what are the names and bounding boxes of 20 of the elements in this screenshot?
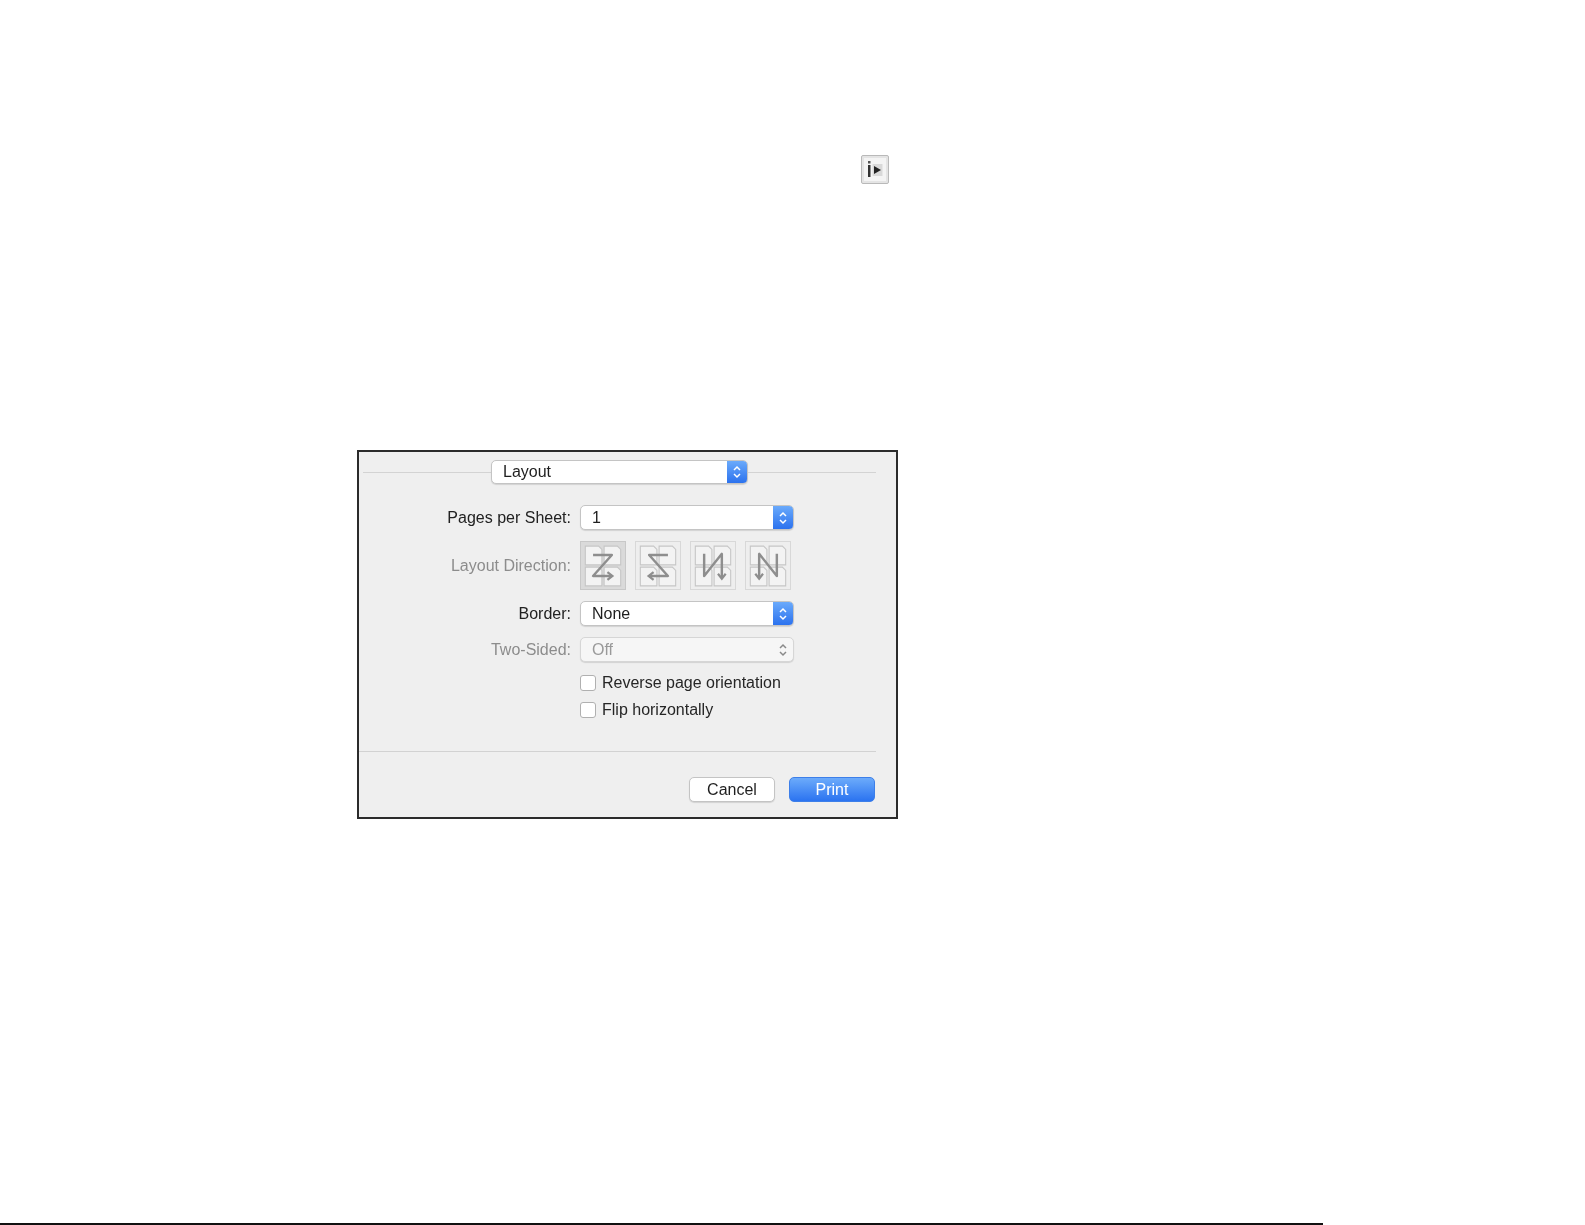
- setting-label: Border:: [517, 604, 571, 623]
- n-path-icon: [749, 544, 787, 587]
- cancel-button[interactable]: Cancel: [689, 777, 775, 802]
- popup-button[interactable]: Layout: [491, 460, 748, 484]
- up-down-chevron-icon: [773, 602, 793, 625]
- z-path-icon: [584, 544, 622, 587]
- bar-triangle-icon: [861, 155, 889, 184]
- checkbox-label: Flip horizontally: [602, 701, 714, 719]
- setting-label: Two-Sided:: [489, 640, 571, 659]
- checkbox-label: Reverse page orientation: [602, 674, 781, 692]
- setting-label: Pages per Sheet:: [446, 508, 571, 527]
- up-down-chevron-icon: [727, 461, 747, 483]
- reverse-n-path-icon: [694, 544, 732, 587]
- up-down-chevron-icon: [773, 506, 793, 529]
- setting-label: Layout Direction:: [449, 556, 571, 575]
- popup-button[interactable]: 1: [580, 505, 794, 530]
- checkbox[interactable]: [580, 702, 596, 718]
- popup-button[interactable]: None: [580, 601, 794, 626]
- checkbox[interactable]: [580, 675, 596, 691]
- reverse-z-path-icon: [639, 544, 677, 587]
